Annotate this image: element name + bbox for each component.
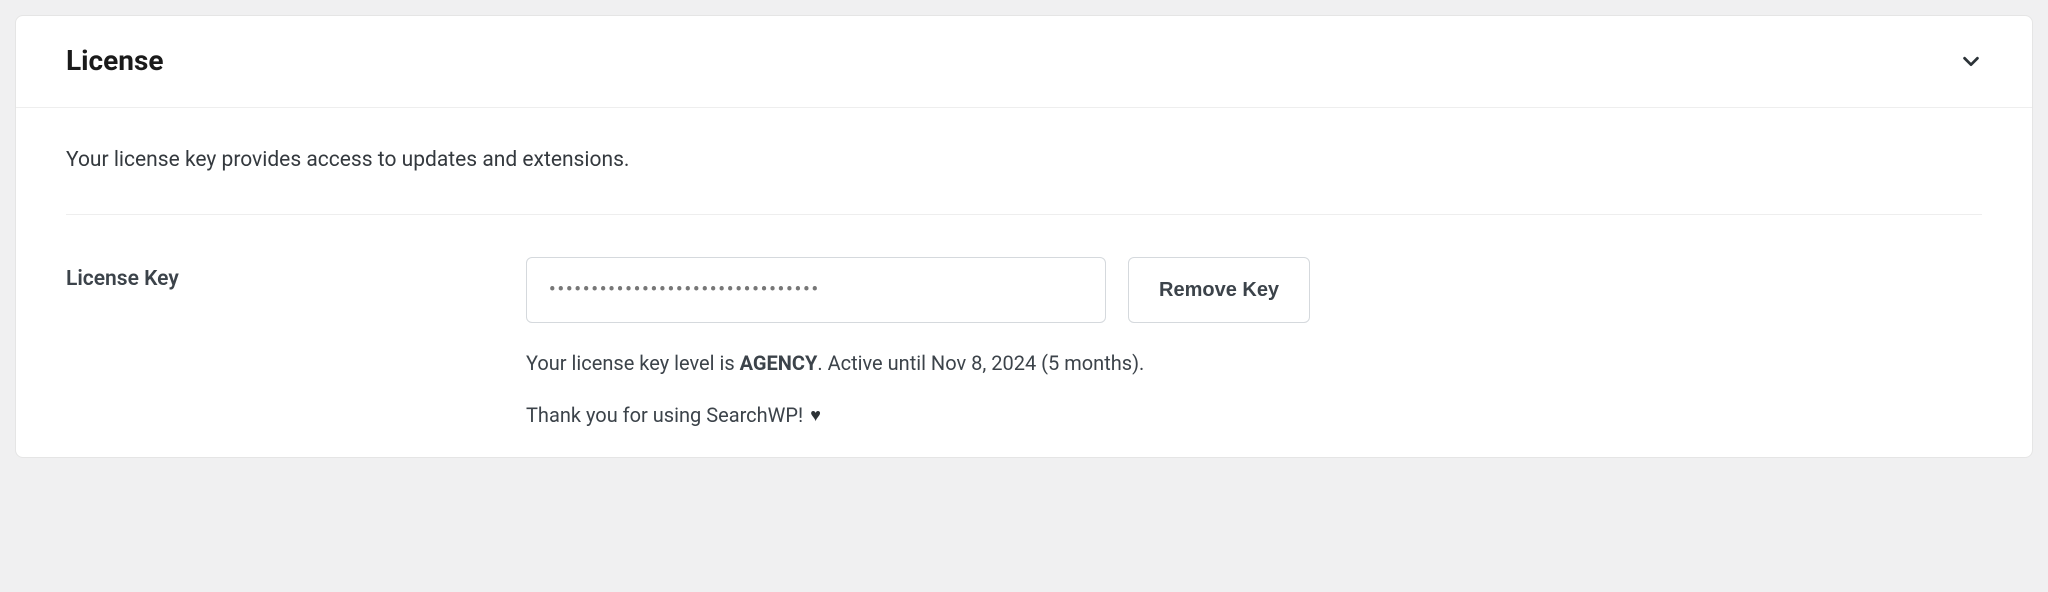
remove-key-button[interactable]: Remove Key [1128,257,1310,323]
license-key-field: •••••••••••••••••••••••••••••••• Remove … [526,257,1982,427]
license-key-input[interactable]: •••••••••••••••••••••••••••••••• [526,257,1106,323]
chevron-down-icon [1960,50,1982,72]
license-status-suffix: . Active until Nov 8, 2024 (5 months). [817,351,1144,375]
panel-description: Your license key provides access to upda… [66,148,1982,215]
thank-you-text: Thank you for using SearchWP! [526,403,803,427]
panel-title: License [66,44,163,77]
heart-icon: ♥ [810,405,821,426]
license-key-row: License Key ••••••••••••••••••••••••••••… [66,215,1982,427]
thank-you-line: Thank you for using SearchWP! ♥ [526,403,1982,427]
license-key-label: License Key [66,257,526,291]
license-status: Your license key level is AGENCY. Active… [526,351,1982,375]
license-level: AGENCY [740,351,818,375]
panel-header[interactable]: License [16,16,2032,108]
panel-body: Your license key provides access to upda… [16,108,2032,457]
license-key-masked: •••••••••••••••••••••••••••••••• [549,281,820,299]
license-status-prefix: Your license key level is [526,351,740,375]
input-line: •••••••••••••••••••••••••••••••• Remove … [526,257,1982,323]
license-panel: License Your license key provides access… [15,15,2033,458]
